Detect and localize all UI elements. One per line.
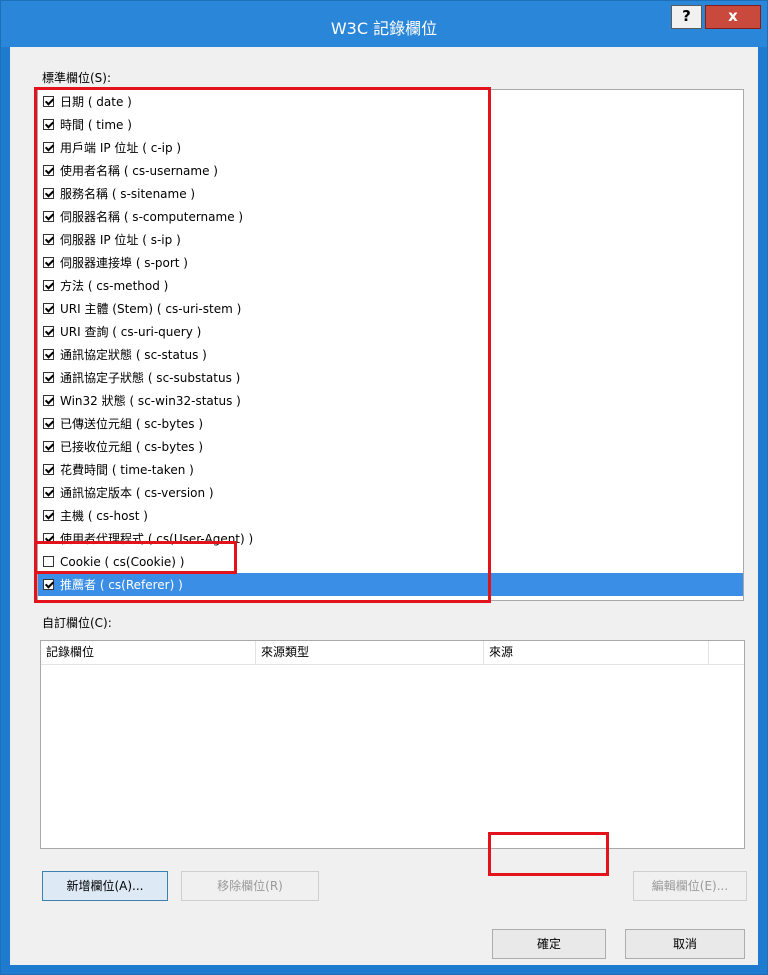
field-label: 服務名稱 ( s-sitename ) xyxy=(60,187,196,201)
field-row[interactable]: 日期 ( date ) xyxy=(38,90,743,113)
field-row[interactable]: 主機 ( cs-host ) xyxy=(38,504,743,527)
field-row[interactable]: URI 查詢 ( cs-uri-query ) xyxy=(38,320,743,343)
field-row[interactable]: 伺服器 IP 位址 ( s-ip ) xyxy=(38,228,743,251)
field-label: 方法 ( cs-method ) xyxy=(60,279,169,293)
field-row[interactable]: Cookie ( cs(Cookie) ) xyxy=(38,550,743,573)
field-label: 伺服器名稱 ( s-computername ) xyxy=(60,210,244,224)
checkbox-unchecked[interactable] xyxy=(43,556,54,567)
checkbox-checked[interactable] xyxy=(43,280,54,291)
field-label: 主機 ( cs-host ) xyxy=(60,509,148,523)
standard-fields-label: 標準欄位(S): xyxy=(42,71,112,85)
field-label: 伺服器連接埠 ( s-port ) xyxy=(60,256,188,270)
field-row[interactable]: 已接收位元組 ( cs-bytes ) xyxy=(38,435,743,458)
field-row[interactable]: 通訊協定子狀態 ( sc-substatus ) xyxy=(38,366,743,389)
field-row[interactable]: 伺服器連接埠 ( s-port ) xyxy=(38,251,743,274)
field-row[interactable]: 花費時間 ( time-taken ) xyxy=(38,458,743,481)
checkbox-checked[interactable] xyxy=(43,326,54,337)
dialog-title: W3C 記錄欄位 xyxy=(330,19,438,38)
checkbox-checked[interactable] xyxy=(43,395,54,406)
column-header-source-type[interactable]: 來源類型 xyxy=(256,641,484,664)
field-row[interactable]: Win32 狀態 ( sc-win32-status ) xyxy=(38,389,743,412)
field-label: URI 主體 (Stem) ( cs-uri-stem ) xyxy=(60,302,242,316)
title-bar: W3C 記錄欄位 ? x xyxy=(1,1,767,47)
checkbox-checked[interactable] xyxy=(43,142,54,153)
add-field-button[interactable]: 新增欄位(A)... xyxy=(42,871,168,901)
custom-fields-label: 自訂欄位(C): xyxy=(42,616,112,630)
custom-fields-header: 記錄欄位 來源類型 來源 xyxy=(41,641,744,665)
checkbox-checked[interactable] xyxy=(43,372,54,383)
help-button[interactable]: ? xyxy=(671,5,702,29)
w3c-logging-fields-dialog: W3C 記錄欄位 ? x 標準欄位(S): 日期 ( date ) 時間 ( ti… xyxy=(0,0,768,975)
checkbox-checked[interactable] xyxy=(43,234,54,245)
field-label: 通訊協定狀態 ( sc-status ) xyxy=(60,348,207,362)
field-row[interactable]: 用戶端 IP 位址 ( c-ip ) xyxy=(38,136,743,159)
checkbox-checked[interactable] xyxy=(43,188,54,199)
standard-fields-list[interactable]: 日期 ( date ) 時間 ( time ) 用戶端 IP 位址 ( c-ip )… xyxy=(37,89,744,601)
column-header-log-field[interactable]: 記錄欄位 xyxy=(41,641,256,664)
cancel-button[interactable]: 取消 xyxy=(625,929,745,959)
field-label: 使用者名稱 ( cs-username ) xyxy=(60,164,218,178)
edit-field-button[interactable]: 編輯欄位(E)... xyxy=(633,871,747,901)
remove-field-button[interactable]: 移除欄位(R) xyxy=(181,871,319,901)
checkbox-checked[interactable] xyxy=(43,510,54,521)
checkbox-checked[interactable] xyxy=(43,257,54,268)
field-row[interactable]: 通訊協定狀態 ( sc-status ) xyxy=(38,343,743,366)
field-row[interactable]: 時間 ( time ) xyxy=(38,113,743,136)
checkbox-checked[interactable] xyxy=(43,165,54,176)
field-row[interactable]: 已傳送位元組 ( sc-bytes ) xyxy=(38,412,743,435)
custom-fields-table[interactable]: 記錄欄位 來源類型 來源 xyxy=(40,640,745,849)
field-label: 通訊協定子狀態 ( sc-substatus ) xyxy=(60,371,241,385)
checkbox-checked[interactable] xyxy=(43,119,54,130)
checkbox-checked[interactable] xyxy=(43,487,54,498)
field-label: 已傳送位元組 ( sc-bytes ) xyxy=(60,417,204,431)
field-label: Cookie ( cs(Cookie) ) xyxy=(60,554,185,569)
checkbox-checked[interactable] xyxy=(43,441,54,452)
checkbox-checked[interactable] xyxy=(43,349,54,360)
column-header-source[interactable]: 來源 xyxy=(484,641,709,664)
field-row[interactable]: 方法 ( cs-method ) xyxy=(38,274,743,297)
field-row[interactable]: URI 主體 (Stem) ( cs-uri-stem ) xyxy=(38,297,743,320)
field-label: Win32 狀態 ( sc-win32-status ) xyxy=(60,394,241,408)
checkbox-checked[interactable] xyxy=(43,418,54,429)
close-button[interactable]: x xyxy=(705,5,761,29)
field-row[interactable]: 使用者代理程式 ( cs(User-Agent) ) xyxy=(38,527,743,550)
field-label: 已接收位元組 ( cs-bytes ) xyxy=(60,440,204,454)
ok-button[interactable]: 確定 xyxy=(492,929,606,959)
checkbox-checked[interactable] xyxy=(43,464,54,475)
dialog-body: 標準欄位(S): 日期 ( date ) 時間 ( time ) 用戶端 IP 位址… xyxy=(10,47,758,965)
field-row[interactable]: 服務名稱 ( s-sitename ) xyxy=(38,182,743,205)
field-label: 花費時間 ( time-taken ) xyxy=(60,463,194,477)
field-label: 伺服器 IP 位址 ( s-ip ) xyxy=(60,233,181,247)
field-label: 使用者代理程式 ( cs(User-Agent) ) xyxy=(60,532,254,546)
field-label: 日期 ( date ) xyxy=(60,95,132,109)
checkbox-checked[interactable] xyxy=(43,533,54,544)
field-row[interactable]: 使用者名稱 ( cs-username ) xyxy=(38,159,743,182)
field-label: 通訊協定版本 ( cs-version ) xyxy=(60,486,214,500)
checkbox-checked[interactable] xyxy=(43,303,54,314)
field-label: 時間 ( time ) xyxy=(60,118,132,132)
field-row[interactable]: 伺服器名稱 ( s-computername ) xyxy=(38,205,743,228)
field-label: 推薦者 ( cs(Referer) ) xyxy=(60,578,183,592)
checkbox-checked[interactable] xyxy=(43,96,54,107)
field-row[interactable]: 通訊協定版本 ( cs-version ) xyxy=(38,481,743,504)
checkbox-checked[interactable] xyxy=(43,579,54,590)
field-label: URI 查詢 ( cs-uri-query ) xyxy=(60,325,202,339)
field-label: 用戶端 IP 位址 ( c-ip ) xyxy=(60,141,182,155)
field-row[interactable]: 推薦者 ( cs(Referer) ) xyxy=(38,573,743,596)
checkbox-checked[interactable] xyxy=(43,211,54,222)
